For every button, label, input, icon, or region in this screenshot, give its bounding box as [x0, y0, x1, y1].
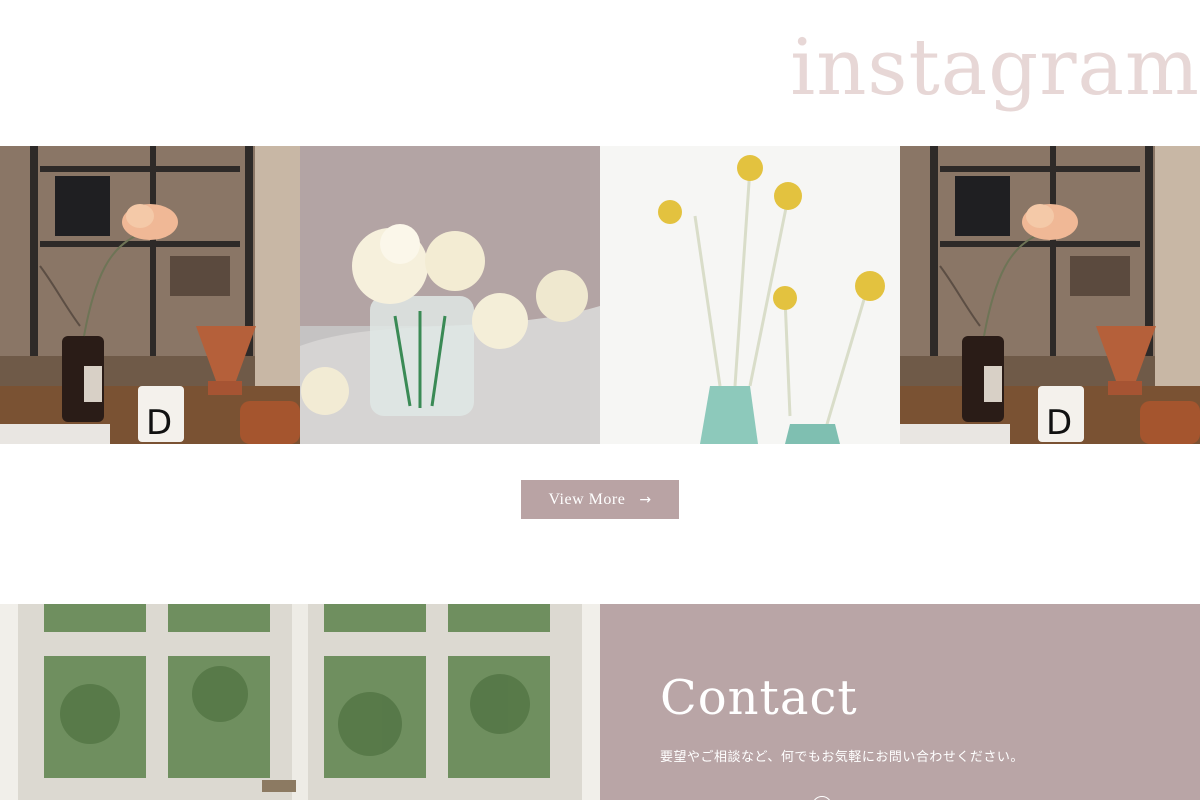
- cafe-photo-image: D: [900, 146, 1200, 444]
- window-photo-image: [0, 604, 600, 800]
- contact-description: 要望やご相談など、何でもお気軽にお問い合わせください。: [660, 750, 1024, 765]
- view-more-label: View More: [548, 490, 626, 508]
- view-more-button[interactable]: View More →: [521, 480, 679, 519]
- instagram-photo-2[interactable]: [300, 146, 600, 444]
- instagram-gallery: D D: [0, 146, 1200, 444]
- instagram-photo-1[interactable]: D: [0, 146, 300, 444]
- window-photo: [0, 604, 600, 800]
- billy-buttons-photo-image: [600, 146, 900, 444]
- flowers-photo-image: [300, 146, 600, 444]
- svg-text:D: D: [1046, 403, 1072, 443]
- instagram-photo-4[interactable]: D: [900, 146, 1200, 444]
- contact-title: Contact: [660, 670, 858, 726]
- circle-icon[interactable]: [812, 796, 832, 800]
- cafe-photo-image: D: [0, 146, 300, 444]
- instagram-photo-3[interactable]: [600, 146, 900, 444]
- contact-section: Contact 要望やご相談など、何でもお気軽にお問い合わせください。: [600, 604, 1200, 800]
- svg-text:D: D: [146, 403, 172, 443]
- instagram-heading: instagram: [790, 23, 1200, 113]
- arrow-right-icon: →: [639, 491, 652, 508]
